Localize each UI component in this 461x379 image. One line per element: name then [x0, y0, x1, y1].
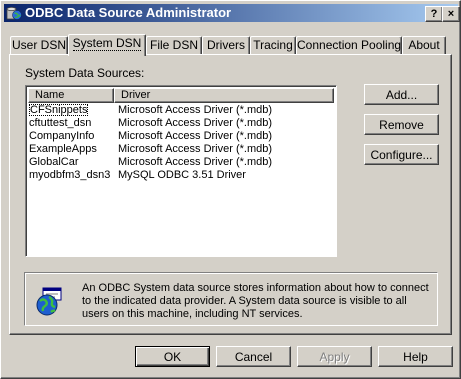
configure-button[interactable]: Configure... [364, 144, 439, 165]
column-header-name[interactable]: Name [28, 88, 114, 103]
dsn-driver: Microsoft Access Driver (*.mdb) [118, 143, 273, 155]
tab-user-dsn[interactable]: User DSN [10, 36, 68, 55]
tab-system-dsn[interactable]: System DSN [68, 34, 146, 56]
remove-button[interactable]: Remove [364, 114, 439, 135]
dsn-rows: CFSnippets Microsoft Access Driver (*.md… [29, 104, 334, 182]
table-row[interactable]: GlobalCar Microsoft Access Driver (*.mdb… [29, 156, 334, 169]
help-button[interactable]: Help [378, 346, 453, 367]
table-row[interactable]: myodbfm3_dsn3 MySQL ODBC 3.51 Driver [29, 169, 334, 182]
cancel-button[interactable]: Cancel [216, 346, 291, 367]
tab-about[interactable]: About [402, 36, 446, 55]
table-row[interactable]: CFSnippets Microsoft Access Driver (*.md… [29, 104, 334, 117]
close-button[interactable]: × [442, 6, 460, 22]
table-row[interactable]: cftuttest_dsn Microsoft Access Driver (*… [29, 117, 334, 130]
dsn-name: myodbfm3_dsn3 [29, 169, 111, 181]
dsn-driver: MySQL ODBC 3.51 Driver [118, 169, 246, 181]
table-row[interactable]: CompanyInfo Microsoft Access Driver (*.m… [29, 130, 334, 143]
table-row[interactable]: ExampleApps Microsoft Access Driver (*.m… [29, 143, 334, 156]
listview-header: Name Driver [28, 88, 334, 103]
column-header-driver[interactable]: Driver [114, 88, 334, 103]
tab-drivers[interactable]: Drivers [202, 36, 250, 55]
window-title: ODBC Data Source Administrator [25, 5, 232, 20]
odbc-app-icon [6, 7, 22, 20]
tab-label: User DSN [11, 38, 66, 52]
tab-tracing[interactable]: Tracing [250, 36, 296, 55]
tab-label: File DSN [149, 38, 198, 52]
tab-label: Connection Pooling [297, 38, 402, 52]
odbc-admin-window: ODBC Data Source Administrator ? × User … [0, 0, 461, 379]
ok-button[interactable]: OK [135, 346, 210, 367]
title-bar[interactable]: ODBC Data Source Administrator ? × [4, 4, 460, 22]
dsn-driver: Microsoft Access Driver (*.mdb) [118, 156, 273, 168]
tab-label: System DSN [72, 36, 142, 51]
dsn-name: ExampleApps [29, 143, 97, 155]
system-data-sources-label: System Data Sources: [25, 66, 145, 80]
add-button[interactable]: Add... [364, 84, 439, 105]
tab-label: Tracing [253, 38, 293, 52]
dsn-driver: Microsoft Access Driver (*.mdb) [118, 117, 273, 129]
dsn-driver: Microsoft Access Driver (*.mdb) [118, 104, 273, 116]
tab-label: About [408, 38, 440, 52]
dsn-name: cftuttest_dsn [29, 117, 92, 129]
dsn-name: CompanyInfo [29, 130, 95, 142]
tab-connection-pooling[interactable]: Connection Pooling [296, 36, 402, 55]
tab-label: Drivers [207, 38, 245, 52]
help-title-button[interactable]: ? [425, 6, 443, 22]
dsn-name: CFSnippets [29, 104, 89, 116]
tab-file-dsn[interactable]: File DSN [146, 36, 202, 55]
info-groupbox: An ODBC System data source stores inform… [24, 272, 438, 326]
dsn-name: GlobalCar [29, 156, 79, 168]
dsn-listview[interactable]: Name Driver CFSnippets Microsoft Access … [25, 85, 337, 257]
info-description: An ODBC System data source stores inform… [82, 282, 429, 320]
odbc-globe-icon [36, 287, 62, 316]
apply-button[interactable]: Apply [297, 346, 372, 367]
dsn-driver: Microsoft Access Driver (*.mdb) [118, 130, 273, 142]
